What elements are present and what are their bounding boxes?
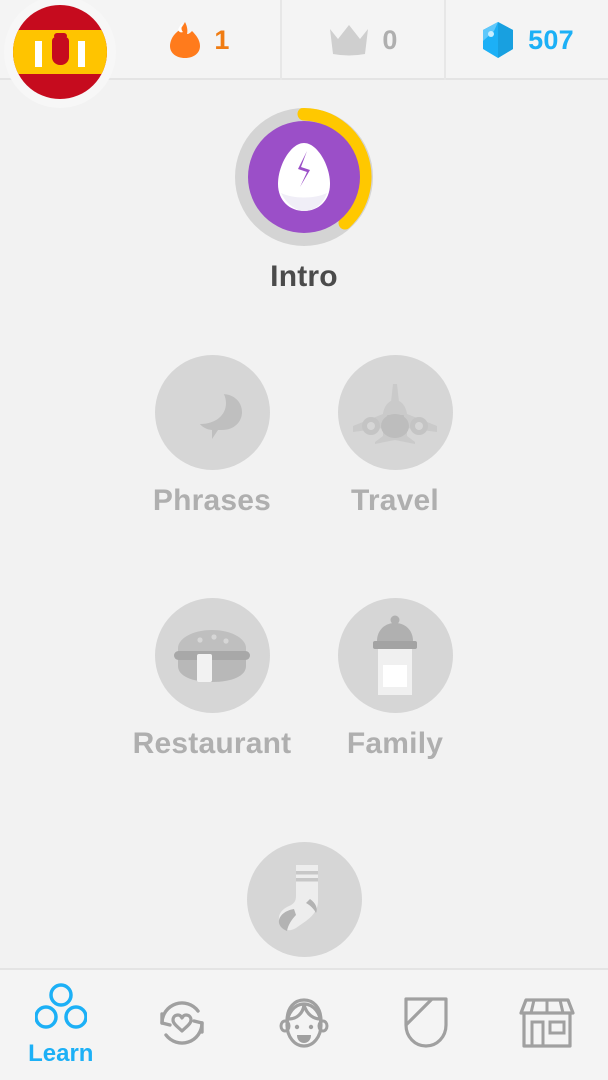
crown-icon — [328, 23, 370, 57]
crown-counter[interactable]: 0 — [280, 0, 444, 80]
sock-icon — [278, 864, 318, 931]
skill-intro-circle[interactable] — [235, 108, 373, 246]
shield-icon — [402, 995, 450, 1056]
skill-phrases[interactable]: Phrases — [137, 355, 287, 518]
shop-icon — [517, 997, 577, 1054]
gem-value: 507 — [528, 24, 574, 55]
flame-icon — [168, 21, 202, 59]
practice-heart-icon — [154, 995, 210, 1056]
skill-progress-ring — [235, 108, 373, 246]
duolingo-learn-screen: 1 0 507 Intro Phrases Travel Restaurant … — [0, 0, 608, 1080]
skill-restaurant-label: Restaurant — [132, 727, 292, 760]
course-flag-button[interactable] — [4, 0, 116, 108]
skill-clothing[interactable] — [229, 842, 379, 971]
skill-phrases-label: Phrases — [152, 484, 272, 517]
learn-circles-icon — [34, 982, 88, 1036]
skill-travel[interactable]: Travel — [320, 355, 470, 518]
skill-restaurant-circle[interactable] — [154, 598, 270, 713]
skill-family-circle[interactable] — [337, 598, 453, 713]
skill-intro[interactable]: Intro — [235, 108, 373, 294]
skill-restaurant[interactable]: Restaurant — [127, 598, 297, 761]
skill-family-label: Family — [346, 727, 444, 760]
nav-shop[interactable] — [486, 969, 608, 1080]
baby-bottle-icon — [373, 615, 417, 695]
gem-icon — [480, 21, 516, 59]
skill-intro-icon-bg — [248, 121, 360, 233]
skill-tree: Intro Phrases Travel Restaurant Family — [0, 80, 608, 968]
nav-leaderboard[interactable] — [365, 969, 487, 1080]
burger-icon — [174, 629, 250, 682]
airplane-icon — [353, 383, 437, 444]
nav-profile[interactable] — [243, 969, 365, 1080]
streak-value: 1 — [214, 24, 230, 55]
spain-flag-icon — [13, 5, 107, 99]
nav-learn[interactable]: Learn — [0, 969, 122, 1080]
skill-clothing-circle[interactable] — [246, 842, 362, 957]
skill-travel-label: Travel — [351, 484, 439, 517]
egg-icon — [278, 143, 330, 211]
skill-travel-circle[interactable] — [337, 355, 453, 470]
streak-counter[interactable]: 1 — [118, 0, 280, 80]
speech-bubbles-icon — [176, 381, 242, 439]
skill-intro-label: Intro — [270, 260, 338, 293]
nav-practice[interactable] — [122, 969, 244, 1080]
gem-counter[interactable]: 507 — [444, 0, 608, 80]
crown-value: 0 — [382, 24, 398, 55]
app-header: 1 0 507 — [0, 0, 608, 108]
bottom-navigation: Learn — [0, 968, 608, 1080]
nav-learn-label: Learn — [28, 1039, 94, 1067]
skill-phrases-circle[interactable] — [154, 355, 270, 470]
profile-face-icon — [277, 995, 331, 1056]
skill-family[interactable]: Family — [320, 598, 470, 761]
